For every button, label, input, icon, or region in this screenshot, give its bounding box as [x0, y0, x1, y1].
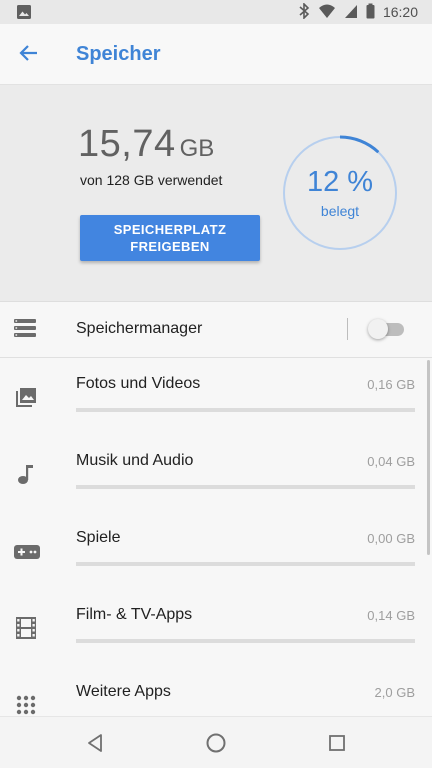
free-button-line2: FREIGEBEN: [130, 239, 210, 254]
category-size: 2,0 GB: [374, 685, 415, 700]
gamepad-icon: [14, 544, 40, 565]
page-title: Speicher: [76, 43, 161, 65]
category-size: 0,16 GB: [367, 377, 415, 392]
navigation-bar: [0, 716, 432, 768]
signal-icon: [344, 3, 358, 22]
photo-icon: [14, 385, 38, 414]
app-bar: Speicher: [0, 24, 432, 85]
category-size: 0,00 GB: [367, 531, 415, 546]
toggle-thumb: [368, 319, 388, 339]
category-usage-bar: [76, 562, 415, 566]
music-note-icon: [17, 463, 35, 490]
category-label: Film- & TV-Apps: [76, 606, 193, 623]
image-notification-icon: [16, 4, 32, 23]
category-size: 0,14 GB: [367, 608, 415, 623]
arrow-back-icon: [19, 43, 39, 68]
nav-recents-button[interactable]: [325, 731, 349, 755]
category-size: 0,04 GB: [367, 454, 415, 469]
nav-home-button[interactable]: [204, 731, 228, 755]
storage-manager-label: Speichermanager: [76, 320, 203, 337]
category-usage-bar: [76, 485, 415, 489]
wifi-icon: [318, 3, 336, 22]
category-row-music[interactable]: Musik und Audio 0,04 GB: [0, 435, 432, 512]
usage-percent: 12 %: [306, 166, 374, 198]
category-row-film-tv[interactable]: Film- & TV-Apps 0,14 GB: [0, 589, 432, 666]
category-label: Musik und Audio: [76, 452, 194, 469]
bluetooth-icon: [298, 1, 310, 22]
category-usage-bar: [76, 408, 415, 412]
category-row-games[interactable]: Spiele 0,00 GB: [0, 512, 432, 589]
usage-label: belegt: [320, 203, 360, 219]
nav-home-icon: [204, 733, 228, 759]
used-unit: GB: [179, 135, 215, 162]
storage-manager-toggle[interactable]: [368, 319, 404, 339]
category-label: Spiele: [76, 529, 121, 546]
category-usage-bar: [76, 639, 415, 643]
storage-manager-row[interactable]: Speichermanager: [0, 301, 432, 358]
back-button[interactable]: [14, 40, 44, 70]
scrollbar[interactable]: [427, 360, 430, 555]
used-of-total: von 128 GB verwendet: [80, 172, 223, 188]
nav-back-icon: [84, 734, 108, 759]
nav-recents-icon: [325, 735, 349, 759]
used-value: 15,74: [78, 123, 176, 165]
vertical-divider: [347, 318, 348, 340]
status-bar: 16:20: [0, 0, 432, 24]
status-time: 16:20: [382, 4, 418, 20]
battery-icon: [366, 3, 375, 22]
usage-ring-arc: [339, 135, 380, 154]
nav-back-button[interactable]: [84, 731, 108, 755]
category-label: Fotos und Videos: [76, 375, 201, 392]
storage-summary: 15,74 GB von 128 GB verwendet SPEICHERPLA…: [0, 85, 432, 302]
category-row-photos[interactable]: Fotos und Videos 0,16 GB: [0, 358, 432, 435]
used-amount: 15,74 GB: [78, 123, 214, 166]
storage-screen: 16:20 Speicher 15,74 GB von 128 GB verwen…: [0, 0, 432, 768]
free-button-line1: SPEICHERPLATZ: [113, 222, 227, 237]
storage-manager-icon: [14, 318, 36, 343]
film-icon: [16, 617, 36, 644]
category-label: Weitere Apps: [76, 683, 171, 700]
free-up-space-button[interactable]: SPEICHERPLATZ FREIGEBEN: [80, 215, 260, 261]
